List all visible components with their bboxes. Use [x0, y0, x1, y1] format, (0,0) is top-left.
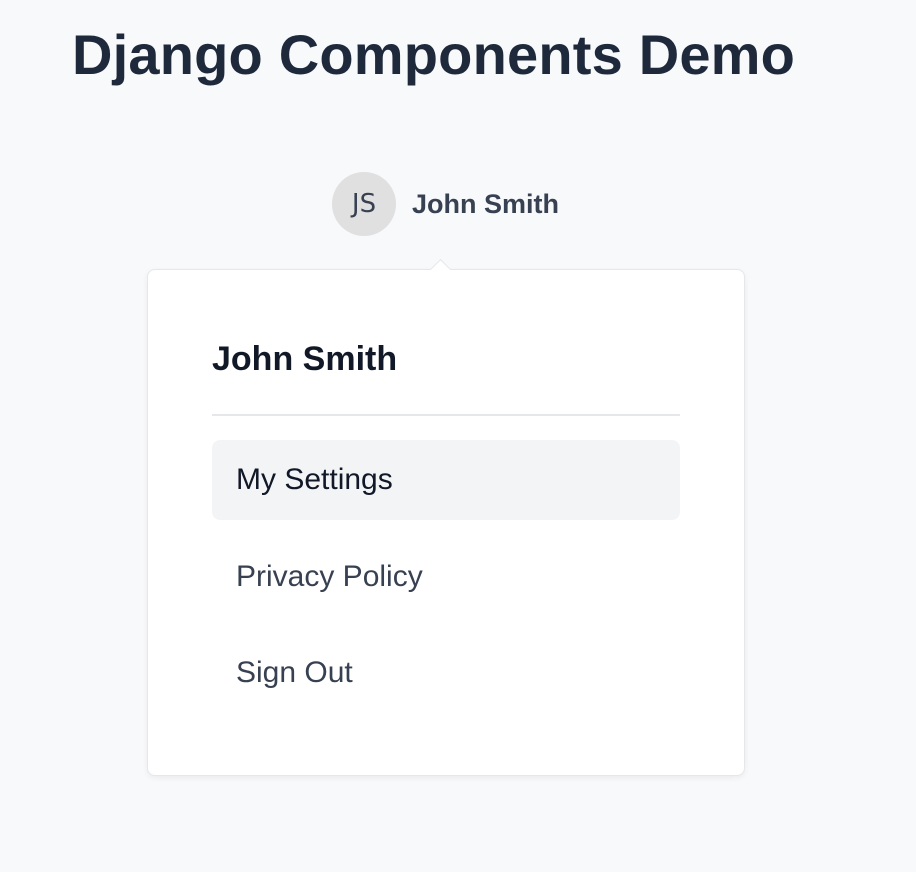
page-title: Django Components Demo: [72, 23, 796, 86]
dropdown-caret: [429, 258, 452, 281]
avatar: JS: [332, 172, 396, 236]
menu-item-my-settings[interactable]: My Settings: [212, 440, 680, 520]
user-dropdown-menu: John Smith My Settings Privacy Policy Si…: [147, 258, 745, 776]
dropdown-user-name: John Smith: [212, 340, 398, 378]
user-name: John Smith: [412, 188, 559, 219]
page: Django Components Demo JS John Smith Joh…: [0, 0, 916, 872]
user-menu-trigger[interactable]: JS John Smith: [332, 172, 559, 236]
menu-item-sign-out[interactable]: Sign Out: [212, 633, 680, 713]
dropdown-divider: [212, 414, 680, 416]
menu-item-privacy-policy[interactable]: Privacy Policy: [212, 537, 680, 617]
